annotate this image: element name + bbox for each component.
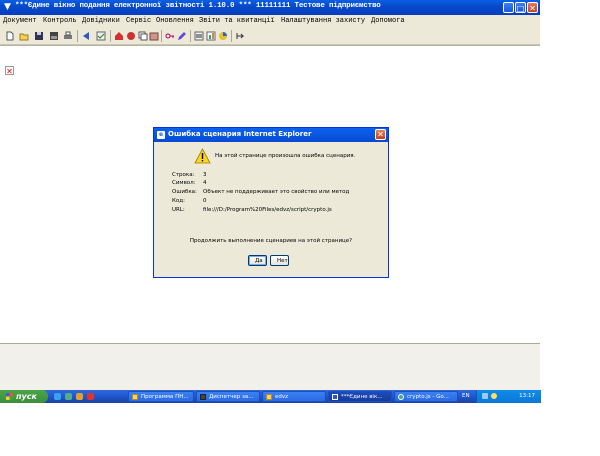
yes-button[interactable]: Да [248,255,267,266]
dialog-close-button[interactable]: ✕ [375,129,386,140]
menu-reports[interactable]: Звіти та квитанції [199,17,275,25]
error-value: Объект не поддерживает это свойство или … [203,189,350,195]
task-edyne-vikno[interactable]: ***Єдине вік... [328,391,392,402]
menu-security-settings[interactable]: Налаштування захисту [281,17,365,25]
dialog-title-bar[interactable]: e Ошибка сценария Internet Explorer ✕ [154,128,388,142]
quicklaunch-ie-icon[interactable] [54,393,61,400]
bottom-panel [0,343,540,391]
code-label: Код: [172,198,185,204]
ie-icon: e [157,131,165,139]
quicklaunch-app-icon[interactable] [87,393,94,400]
task-edvz[interactable]: edvz [262,391,326,402]
volume-icon[interactable] [491,393,497,399]
title-bar[interactable]: ▼ ***Єдине вікно подання електронної зві… [0,0,540,15]
close-button[interactable]: ✕ [527,2,538,13]
save-all-icon[interactable] [49,31,59,41]
windows-logo-icon [6,393,13,400]
task-crypto-js[interactable]: crypto.js - Go... [394,391,458,402]
taskbar: пуск Программа ПН... Диспетчер за... edv… [0,390,541,403]
menu-help[interactable]: Допомога [371,17,405,25]
network-icon[interactable] [482,393,488,399]
folder-icon [132,394,138,400]
monitor-icon [200,394,206,400]
toolbar [0,28,540,45]
open-folder-icon[interactable] [19,31,29,41]
menu-control[interactable]: Контроль [43,17,77,25]
language-indicator[interactable]: EN [462,393,470,399]
key-icon[interactable] [165,31,175,41]
task-label: crypto.js - Go... [407,394,449,400]
app-icon: ▼ [4,2,11,12]
quicklaunch-media-icon[interactable] [76,393,83,400]
dialog-title: Ошибка сценария Internet Explorer [168,130,312,138]
task-label: Диспетчер за... [209,394,254,400]
char-value: 4 [203,180,207,186]
continue-question: Продолжить выполнение сценариев на этой … [189,238,353,244]
script-error-dialog: e Ошибка сценария Internet Explorer ✕ На… [153,127,389,278]
menu-directories[interactable]: Довідники [82,17,120,25]
code-value: 0 [203,198,207,204]
menu-updates[interactable]: Оновлення [156,17,194,25]
start-button[interactable]: пуск [0,390,48,403]
start-label: пуск [16,392,37,401]
system-tray: 13:17 [476,390,541,403]
menu-bar: Документ Контроль Довідники Сервіс Оновл… [0,15,540,28]
warning-icon [194,148,211,164]
archive-icon[interactable] [149,31,159,41]
folder-icon [266,394,272,400]
maximize-button[interactable]: □ [515,2,526,13]
broken-image-icon: ✕ [5,66,14,76]
report-icon[interactable] [218,31,228,41]
house-icon[interactable] [114,31,124,41]
char-label: Символ: [172,180,196,186]
task-label: ***Єдине вік... [341,394,383,400]
no-button[interactable]: Нет [270,255,289,266]
line-label: Строка: [172,172,195,178]
error-label: Ошибка: [172,189,197,195]
sign-icon[interactable] [126,31,136,41]
edit-icon[interactable] [177,31,187,41]
settings-icon[interactable] [194,31,204,41]
export-icon[interactable] [235,31,245,41]
task-task-manager[interactable]: Диспетчер за... [196,391,260,402]
url-label: URL: [172,207,185,213]
minimize-button[interactable]: _ [503,2,514,13]
quicklaunch-desktop-icon[interactable] [65,393,72,400]
print-icon[interactable] [63,31,73,41]
save-icon[interactable] [34,31,44,41]
main-window: ▼ ***Єдине вікно подання електронної зві… [0,0,540,391]
copy-icon[interactable] [138,31,148,41]
task-label: Программа ПН... [141,394,189,400]
new-document-icon[interactable] [5,31,15,41]
chrome-icon [398,394,404,400]
window-title: ***Єдине вікно подання електронної звітн… [15,2,381,10]
task-program[interactable]: Программа ПН... [128,391,194,402]
clock: 13:17 [519,393,535,399]
menu-document[interactable]: Документ [3,17,37,25]
error-message: На этой странице произошла ошибка сценар… [215,153,356,159]
line-value: 3 [203,172,207,178]
app-icon [332,394,338,400]
chart-icon[interactable] [206,31,216,41]
send-icon[interactable] [82,31,92,41]
check-icon[interactable] [96,31,106,41]
url-value: file:///D:/Program%20Files/edvz/script/c… [203,207,332,213]
menu-service[interactable]: Сервіс [126,17,151,25]
task-label: edvz [275,394,289,400]
